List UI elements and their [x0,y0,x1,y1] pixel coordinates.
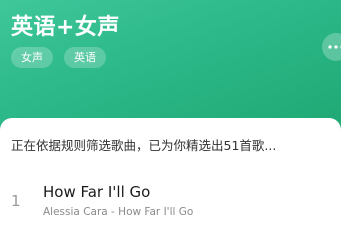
song-list-panel: 正在依据规则筛选歌曲，已为你精选出51首歌... 1 How Far I'll … [0,118,341,251]
filter-status-text: 正在依据规则筛选歌曲，已为你精选出51首歌... [11,138,277,153]
song-artist-album: Alessia Cara - How Far I'll Go [43,206,194,218]
tag-english[interactable]: 英语 [64,47,106,68]
playlist-header: 英语+女声 女声 英语 [0,0,341,134]
song-index: 1 [11,192,21,210]
tag-female-vocal[interactable]: 女声 [11,47,53,68]
song-title: How Far I'll Go [43,183,151,201]
song-row[interactable]: 1 How Far I'll Go Alessia Cara - How Far… [0,180,341,224]
more-dots-icon [328,45,341,49]
tag-list: 女声 英语 [11,47,106,68]
playlist-title: 英语+女声 [11,15,120,40]
more-button[interactable] [322,33,341,61]
